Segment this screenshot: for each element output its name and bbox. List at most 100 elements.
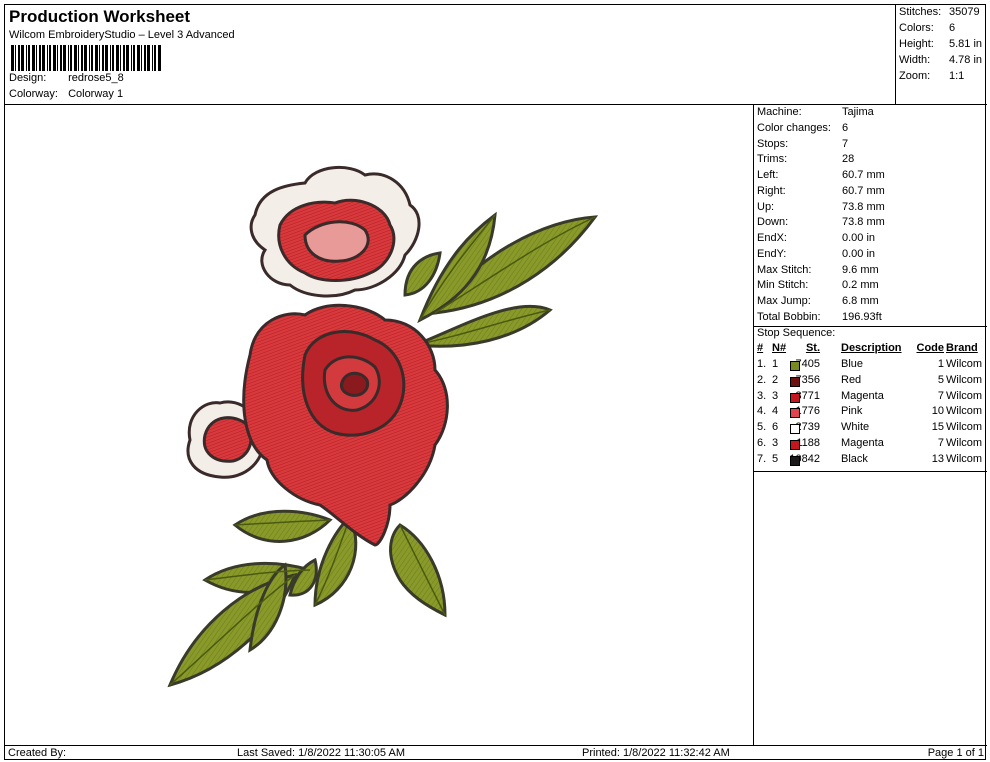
barcode-image	[11, 45, 161, 71]
stop-number: 5.	[757, 421, 767, 434]
design-label: Design:	[9, 72, 47, 84]
thread-code: 7	[937, 389, 944, 402]
stat-row: Total Bobbin: 196.93ft	[757, 311, 882, 323]
stat-value: 196.93ft	[842, 311, 882, 323]
color-description: Blue	[841, 358, 864, 370]
needle-number: 4	[772, 405, 779, 418]
stop-number: 3.	[757, 389, 767, 402]
stat-label: Up:	[757, 201, 775, 213]
stat-label: Max Jump:	[757, 295, 811, 307]
needle-number: 3	[772, 437, 779, 449]
stat-value: 0.2 mm	[842, 279, 879, 291]
colorway-row: Colorway: Colorway 1	[9, 88, 123, 100]
color-description: Pink	[841, 405, 863, 418]
table-row: 6. 3 1188 Magenta 7 Wilcom	[756, 437, 986, 453]
stat-value: Tajima	[842, 106, 874, 118]
thread-brand: Wilcom	[946, 358, 983, 370]
needle-number: 2	[772, 373, 779, 386]
page-number: Page 1 of 1	[927, 747, 984, 759]
stop-number: 4.	[757, 405, 767, 418]
stat-row: Trims: 28	[757, 153, 854, 165]
table-row: 1. 1 7405 Blue 1 Wilcom	[756, 358, 986, 374]
summary-label: Stitches:	[899, 6, 942, 18]
stat-row: Left: 60.7 mm	[757, 169, 885, 181]
thread-brand: Wilcom	[946, 421, 983, 434]
color-description: Magenta	[841, 437, 884, 449]
thread-brand: Wilcom	[946, 405, 983, 418]
stop-number: 7.	[757, 452, 767, 465]
stop-number: 6.	[757, 437, 767, 449]
summary-row: Height: 5.81 in	[899, 38, 982, 50]
color-description: Black	[841, 452, 868, 465]
stat-row: Right: 60.7 mm	[757, 185, 885, 197]
summary-value: 6	[949, 22, 956, 34]
thread-code: 13	[931, 452, 944, 465]
colorway-value: Colorway 1	[68, 88, 124, 100]
thread-code: 15	[931, 421, 944, 434]
stat-row: EndX: 0.00 in	[757, 232, 875, 244]
color-swatch	[790, 376, 800, 387]
stat-value: 9.6 mm	[842, 264, 879, 276]
software-name: Wilcom EmbroideryStudio – Level 3 Advanc…	[9, 29, 235, 41]
stat-label: EndX:	[757, 232, 787, 244]
summary-value: 4.78 in	[949, 54, 983, 66]
summary-row: Stitches: 35079	[899, 6, 980, 18]
stat-row: EndY: 0.00 in	[757, 248, 875, 260]
stop-sequence-title: Stop Sequence:	[757, 327, 836, 339]
worksheet-footer: Created By: Last Saved: 1/8/2022 11:30:0…	[5, 745, 987, 760]
summary-value: 5.81 in	[949, 38, 983, 50]
table-header: # N# St. Description Code Brand	[756, 342, 986, 358]
printed-date: Printed: 1/8/2022 11:32:42 AM	[582, 747, 730, 759]
stat-label: Right:	[757, 185, 786, 197]
divider	[754, 471, 987, 472]
stat-label: EndY:	[757, 248, 787, 260]
stat-label: Stops:	[757, 138, 789, 150]
worksheet-header: Production Worksheet Wilcom EmbroiderySt…	[5, 5, 895, 105]
col-needle-header: N#	[772, 342, 787, 354]
color-swatch	[790, 440, 800, 450]
summary-box: Stitches: 35079 Colors: 6 Height: 5.81 in W…	[895, 5, 987, 105]
stat-row: Up: 73.8 mm	[757, 201, 885, 213]
summary-value: 35079	[949, 6, 980, 18]
stat-value: 60.7 mm	[842, 185, 885, 197]
stat-row: Stops: 7	[757, 138, 848, 150]
color-swatch	[790, 424, 800, 435]
stat-label: Trims:	[757, 153, 788, 165]
summary-row: Colors: 6	[899, 22, 955, 34]
color-description: White	[841, 421, 870, 434]
col-stitches-header: St.	[805, 342, 820, 354]
table-row: 2. 2 7356 Red 5 Wilcom	[756, 374, 986, 390]
stat-value: 73.8 mm	[842, 201, 885, 213]
needle-number: 5	[772, 452, 779, 465]
stat-row: Machine: Tajima	[757, 106, 874, 118]
thread-brand: Wilcom	[946, 437, 983, 449]
colorway-label: Colorway:	[9, 88, 58, 100]
stat-value: 7	[842, 138, 849, 150]
stat-row: Down: 73.8 mm	[757, 216, 885, 228]
summary-label: Height:	[899, 38, 934, 50]
summary-label: Zoom:	[899, 70, 931, 82]
thread-brand: Wilcom	[946, 452, 983, 465]
thread-code: 1	[937, 358, 944, 370]
stat-label: Down:	[757, 216, 789, 228]
col-num-header: #	[757, 342, 764, 354]
stat-label: Min Stitch:	[757, 279, 809, 291]
color-description: Magenta	[841, 389, 884, 402]
worksheet-frame: Production Worksheet Wilcom EmbroiderySt…	[4, 4, 987, 760]
thread-code: 10	[931, 405, 944, 418]
stop-number: 2.	[757, 373, 767, 386]
rose-embroidery-image	[167, 165, 599, 688]
stat-label: Total Bobbin:	[757, 311, 821, 323]
last-saved: Last Saved: 1/8/2022 11:30:05 AM	[237, 747, 405, 759]
stat-row: Color changes: 6	[757, 122, 848, 134]
color-swatch	[790, 455, 800, 466]
design-preview	[5, 105, 753, 745]
info-panel: Machine: Tajima Color changes: 6 Stops: 7 T…	[753, 105, 987, 745]
summary-label: Width:	[899, 54, 931, 66]
needle-number: 1	[772, 358, 779, 370]
table-row: 5. 6 2739 White 15 Wilcom	[756, 421, 986, 437]
col-brand-header: Brand	[946, 342, 978, 354]
stat-value: 0.00 in	[842, 248, 876, 260]
stat-value: 0.00 in	[842, 232, 876, 244]
summary-row: Zoom: 1:1	[899, 70, 964, 82]
